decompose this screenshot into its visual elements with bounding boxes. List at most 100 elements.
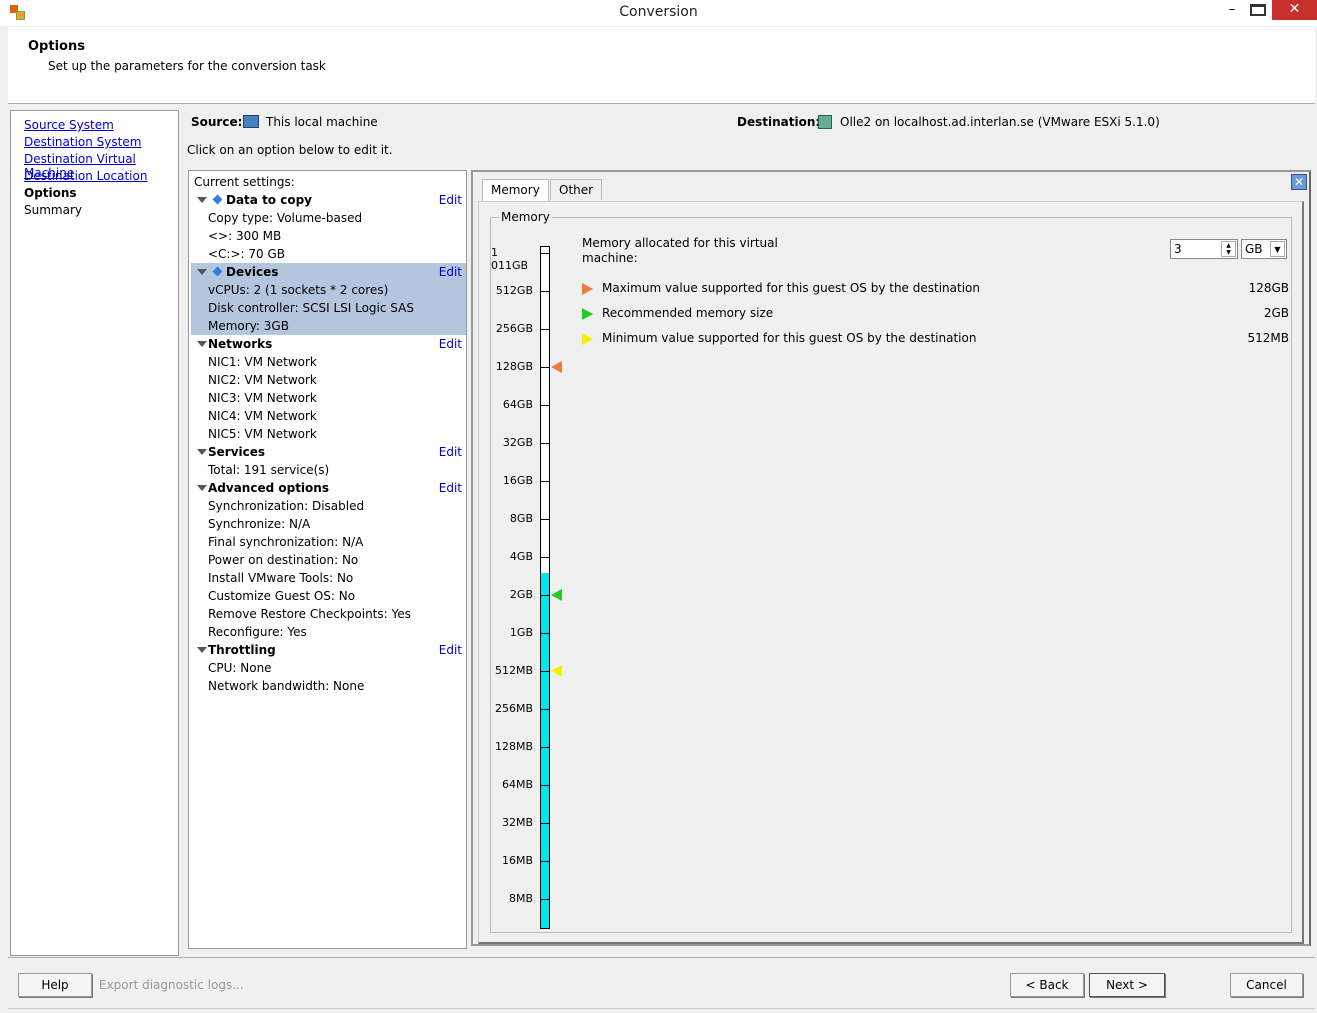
edit-link[interactable]: Edit	[439, 443, 462, 461]
setting-text: Remove Restore Checkpoints: Yes	[208, 607, 411, 621]
section-title: Data to copy	[226, 193, 312, 207]
vm-icon	[818, 115, 832, 129]
expand-triangle-icon[interactable]	[197, 197, 207, 203]
section-title: Throttling	[208, 643, 276, 657]
scale-label: 32MB	[501, 816, 533, 829]
scale-label: 256MB	[494, 702, 533, 715]
scale-tick	[540, 405, 550, 406]
cancel-button[interactable]: Cancel	[1230, 973, 1303, 997]
setting-text: Network bandwidth: None	[208, 679, 365, 693]
settings-section[interactable]: Throttling Edit	[191, 641, 466, 659]
maximize-button[interactable]	[1250, 4, 1266, 16]
setting-text: NIC3: VM Network	[208, 391, 317, 405]
scale-tick	[540, 557, 550, 558]
setting-item[interactable]: Final synchronization: N/A	[191, 533, 466, 551]
close-window-button[interactable]: ✕	[1272, 0, 1317, 20]
memory-value: 3	[1174, 242, 1182, 256]
edit-link[interactable]: Edit	[439, 479, 462, 497]
settings-section[interactable]: Advanced options Edit	[191, 479, 466, 497]
setting-item[interactable]: NIC5: VM Network	[191, 425, 466, 443]
setting-item[interactable]: Customize Guest OS: No	[191, 587, 466, 605]
setting-item[interactable]: <C:>: 70 GB	[191, 245, 466, 263]
setting-item[interactable]: Power on destination: No	[191, 551, 466, 569]
setting-text: <C:>: 70 GB	[208, 247, 286, 261]
scale-label: 2GB	[509, 588, 533, 601]
legend-marker-icon	[582, 333, 593, 345]
destination-label: Destination:	[737, 115, 821, 129]
close-panel-icon[interactable]: ✕	[1291, 174, 1307, 190]
setting-item[interactable]: Network bandwidth: None	[191, 677, 466, 695]
expand-triangle-icon[interactable]	[197, 647, 207, 653]
setting-item[interactable]: Install VMware Tools: No	[191, 569, 466, 587]
setting-text: NIC2: VM Network	[208, 373, 317, 387]
memory-group-label: Memory	[499, 210, 552, 224]
setting-text: NIC1: VM Network	[208, 355, 317, 369]
section-title: Services	[208, 445, 266, 459]
scale-label: 32GB	[502, 436, 533, 449]
settings-section[interactable]: Data to copy Edit	[191, 191, 466, 209]
tab-other[interactable]: Other	[550, 179, 603, 200]
expand-triangle-icon[interactable]	[197, 449, 207, 455]
setting-item[interactable]: NIC1: VM Network	[191, 353, 466, 371]
setting-item[interactable]: Remove Restore Checkpoints: Yes	[191, 605, 466, 623]
scale-label: 1GB	[509, 626, 533, 639]
setting-item[interactable]: vCPUs: 2 (1 sockets * 2 cores)	[191, 281, 466, 299]
memory-unit: GB	[1245, 242, 1263, 256]
setting-text: Synchronization: Disabled	[208, 499, 365, 513]
settings-section[interactable]: Services Edit	[191, 443, 466, 461]
minimize-button[interactable]: –	[1222, 2, 1242, 17]
window-title: Conversion	[619, 4, 698, 20]
current-settings-list[interactable]: Current settings: Data to copy Edit Copy ty…	[188, 170, 467, 949]
setting-item[interactable]: NIC2: VM Network	[191, 371, 466, 389]
setting-item[interactable]: NIC4: VM Network	[191, 407, 466, 425]
tab-memory[interactable]: Memory	[482, 179, 549, 201]
setting-item[interactable]: CPU: None	[191, 659, 466, 677]
setting-item[interactable]: Copy type: Volume-based	[191, 209, 466, 227]
edit-link[interactable]: Edit	[439, 191, 462, 209]
settings-section[interactable]: Devices Edit	[191, 263, 466, 281]
scale-tick	[540, 861, 550, 862]
setting-item[interactable]: Synchronize: N/A	[191, 515, 466, 533]
setting-text: Reconfigure: Yes	[208, 625, 307, 639]
expand-triangle-icon[interactable]	[197, 341, 207, 347]
setting-item[interactable]: Total: 191 service(s)	[191, 461, 466, 479]
legend-text: Recommended memory size	[602, 306, 774, 320]
chevron-down-icon[interactable]: ▼	[1270, 241, 1285, 257]
edit-link[interactable]: Edit	[439, 335, 462, 353]
help-button[interactable]: Help	[18, 973, 92, 997]
scale-tick	[540, 443, 550, 444]
nav-source-system[interactable]: Source System	[24, 118, 114, 132]
scale-label: 512GB	[495, 284, 533, 297]
spinner-arrows-icon[interactable]: ▲ ▼	[1221, 241, 1236, 257]
scale-marker-icon	[551, 665, 562, 677]
next-button[interactable]: Next >	[1089, 973, 1165, 997]
setting-text: Synchronize: N/A	[208, 517, 311, 531]
expand-triangle-icon[interactable]	[197, 485, 207, 491]
setting-text: Customize Guest OS: No	[208, 589, 356, 603]
settings-title: Current settings:	[194, 175, 295, 189]
scale-label: 64MB	[501, 778, 533, 791]
expand-triangle-icon[interactable]	[197, 269, 207, 275]
scale-tick	[540, 671, 550, 672]
setting-item[interactable]: Disk controller: SCSI LSI Logic SAS	[191, 299, 466, 317]
setting-item[interactable]: Reconfigure: Yes	[191, 623, 466, 641]
nav-destination-location[interactable]: Destination Location	[24, 169, 147, 183]
edit-link[interactable]: Edit	[439, 641, 462, 659]
scale-tick	[540, 633, 550, 634]
legend-marker-icon	[582, 308, 593, 320]
setting-item[interactable]: NIC3: VM Network	[191, 389, 466, 407]
back-button[interactable]: < Back	[1010, 973, 1084, 997]
scale-tick	[540, 785, 550, 786]
edit-link[interactable]: Edit	[439, 263, 462, 281]
setting-item[interactable]: Memory: 3GB	[191, 317, 466, 335]
memory-unit-select[interactable]: GB ▼	[1241, 239, 1287, 259]
destination-value: Olle2 on localhost.ad.interlan.se (VMwar…	[840, 115, 1160, 129]
setting-item[interactable]: Synchronization: Disabled	[191, 497, 466, 515]
nav-destination-system[interactable]: Destination System	[24, 135, 141, 149]
memory-allocated-label: Memory allocated for this virtual machin…	[582, 236, 778, 265]
legend-value: 128GB	[1248, 281, 1289, 295]
wizard-steps: Source System Destination System Destina…	[10, 110, 179, 956]
setting-item[interactable]: <>: 300 MB	[191, 227, 466, 245]
memory-value-spinner[interactable]: 3 ▲ ▼	[1170, 239, 1238, 259]
settings-section[interactable]: Networks Edit	[191, 335, 466, 353]
